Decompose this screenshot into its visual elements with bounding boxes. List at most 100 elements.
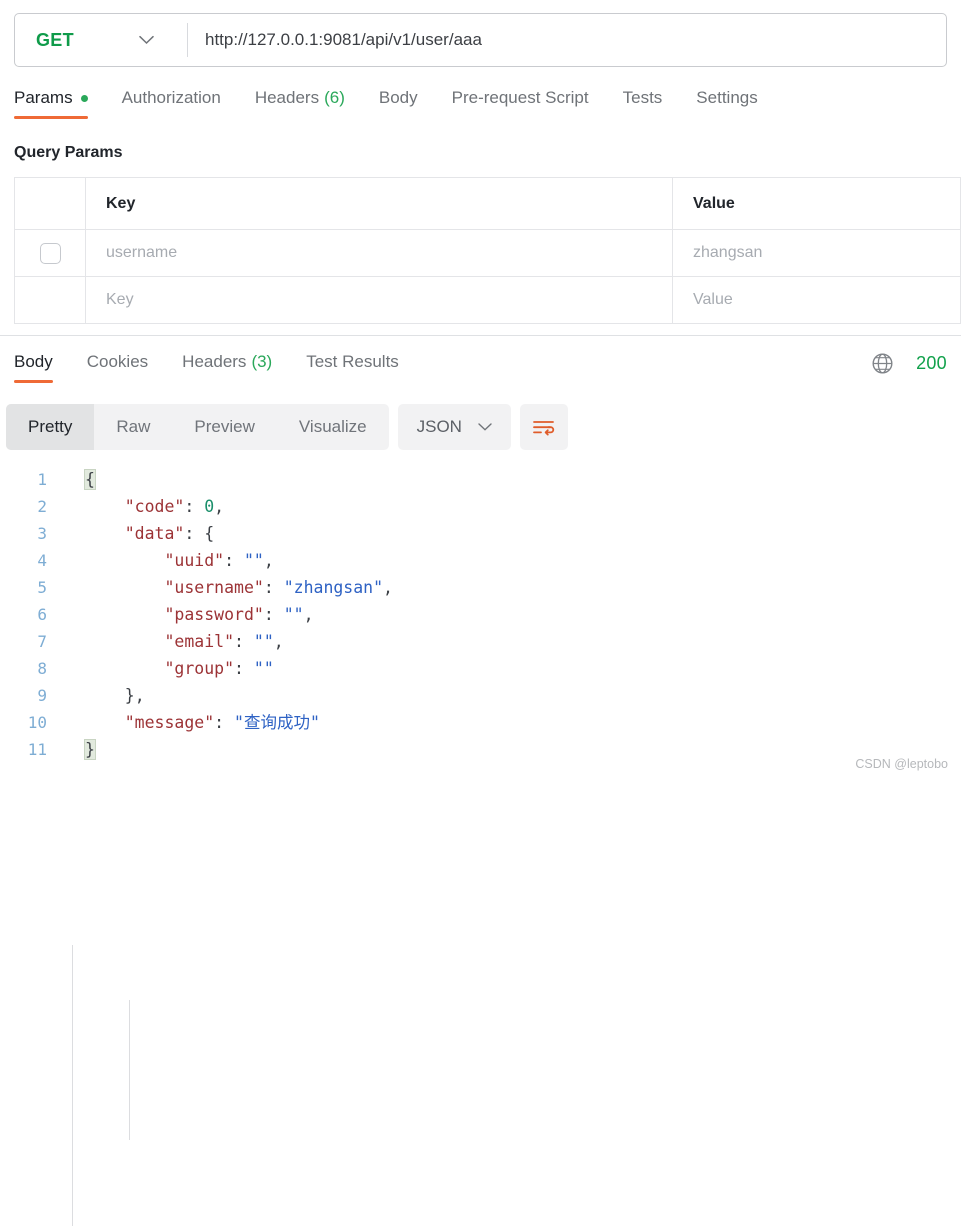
code-token: "email" [164,632,235,651]
code-text[interactable]: { [47,466,961,493]
chevron-down-icon [478,423,492,431]
response-tab-cookies-label: Cookies [86,352,149,371]
indent-guide [129,1000,130,1140]
row-checkbox-cell [15,277,86,323]
globe-icon[interactable] [871,352,894,375]
tab-authorization[interactable]: Authorization [122,88,221,119]
response-tab-headers-count: (3) [251,352,273,371]
line-number: 9 [37,686,47,705]
response-tab-body-label: Body [14,352,53,371]
code-line: 7 "email": "", [0,628,961,655]
table-header-row: Key Value [15,178,961,230]
code-token: "uuid" [164,551,225,570]
code-token: : [234,659,254,678]
line-number: 1 [37,470,47,489]
http-method-label: GET [36,29,74,50]
tab-pre-request-script[interactable]: Pre-request Script [452,88,589,119]
code-line: 5 "username": "zhangsan", [0,574,961,601]
code-token: : [234,632,254,651]
code-token: "zhangsan" [283,578,384,597]
code-text[interactable]: "password": "", [47,601,961,628]
line-number: 10 [27,713,47,732]
tab-settings-label: Settings [696,88,758,107]
tab-headers-label: Headers [254,88,320,107]
code-text[interactable]: "email": "", [47,628,961,655]
code-text[interactable]: "message": "查询成功" [47,709,961,736]
tab-tests[interactable]: Tests [623,88,663,119]
query-params-title: Query Params [14,144,123,161]
code-text[interactable]: "uuid": "", [47,547,961,574]
response-tab-body[interactable]: Body [14,352,53,383]
body-view-pretty[interactable]: Pretty [6,404,95,450]
response-status-area: 200 [871,352,947,375]
line-number: 5 [37,578,47,597]
body-view-raw[interactable]: Raw [94,404,172,450]
body-view-visualize[interactable]: Visualize [277,404,389,450]
code-token: } [84,739,96,760]
tab-headers[interactable]: Headers (6) [255,88,345,119]
tab-body-label: Body [378,88,418,107]
line-number: 4 [37,551,47,570]
http-method-select[interactable]: GET [15,14,187,66]
tab-settings[interactable]: Settings [696,88,757,119]
request-response-divider [0,335,961,336]
code-token: "password" [164,605,264,624]
response-body-toolbar: Pretty Raw Preview Visualize JSON [6,404,568,450]
response-tab-headers[interactable]: Headers (3) [182,352,272,383]
code-token: "username" [164,578,264,597]
line-number: 7 [37,632,47,651]
code-text[interactable]: "username": "zhangsan", [47,574,961,601]
line-number: 11 [27,740,47,759]
table-row[interactable]: username zhangsan [15,230,961,277]
response-tab-cookies[interactable]: Cookies [87,352,148,383]
tab-tests-label: Tests [622,88,663,107]
response-body-code-viewer[interactable]: 1{2 "code": 0, 3 "data": {4 "uuid": "", 5 … [0,466,961,1226]
tab-authorization-label: Authorization [121,88,221,107]
param-enable-checkbox[interactable] [39,242,61,264]
code-line: 6 "password": "", [0,601,961,628]
tab-body[interactable]: Body [379,88,418,119]
response-tab-test-results[interactable]: Test Results [306,352,399,383]
line-number: 2 [37,497,47,516]
table-row[interactable]: Key Value [15,277,961,324]
code-text[interactable]: "group": "" [47,655,961,682]
request-url-input[interactable]: http://127.0.0.1:9081/api/v1/user/aaa [188,14,946,66]
code-text[interactable]: } [47,736,961,763]
code-token: , [214,497,225,516]
code-token: : [224,551,244,570]
code-text[interactable]: "data": { [47,520,961,547]
header-cell-value: Value [673,178,961,229]
body-view-preview[interactable]: Preview [172,404,276,450]
request-tabs: Params Authorization Headers (6) Body Pr… [14,88,792,128]
line-number: 6 [37,605,47,624]
code-token: "group" [164,659,235,678]
code-line: 8 "group": "" [0,655,961,682]
tab-params[interactable]: Params [14,88,88,119]
response-tab-headers-label: Headers [182,352,247,371]
body-format-select[interactable]: JSON [397,404,511,450]
word-wrap-toggle-button[interactable] [519,404,568,450]
code-token: , [303,605,314,624]
param-key-input[interactable]: username [86,230,673,276]
code-line: 10 "message": "查询成功" [0,709,961,736]
param-value-input[interactable]: Value [673,277,961,323]
code-token: "data" [124,524,185,543]
chevron-down-icon [139,35,154,45]
code-text[interactable]: }, [47,682,961,709]
word-wrap-icon [532,418,555,437]
code-line: 4 "uuid": "", [0,547,961,574]
code-token: : [214,713,235,732]
param-key-input[interactable]: Key [86,277,673,323]
code-token: : [184,524,205,543]
param-value-input[interactable]: zhangsan [673,230,961,276]
request-url-bar: GET http://127.0.0.1:9081/api/v1/user/aa… [14,13,947,67]
code-text[interactable]: "code": 0, [47,493,961,520]
code-token: "" [243,551,264,570]
code-line: 9 }, [0,682,961,709]
